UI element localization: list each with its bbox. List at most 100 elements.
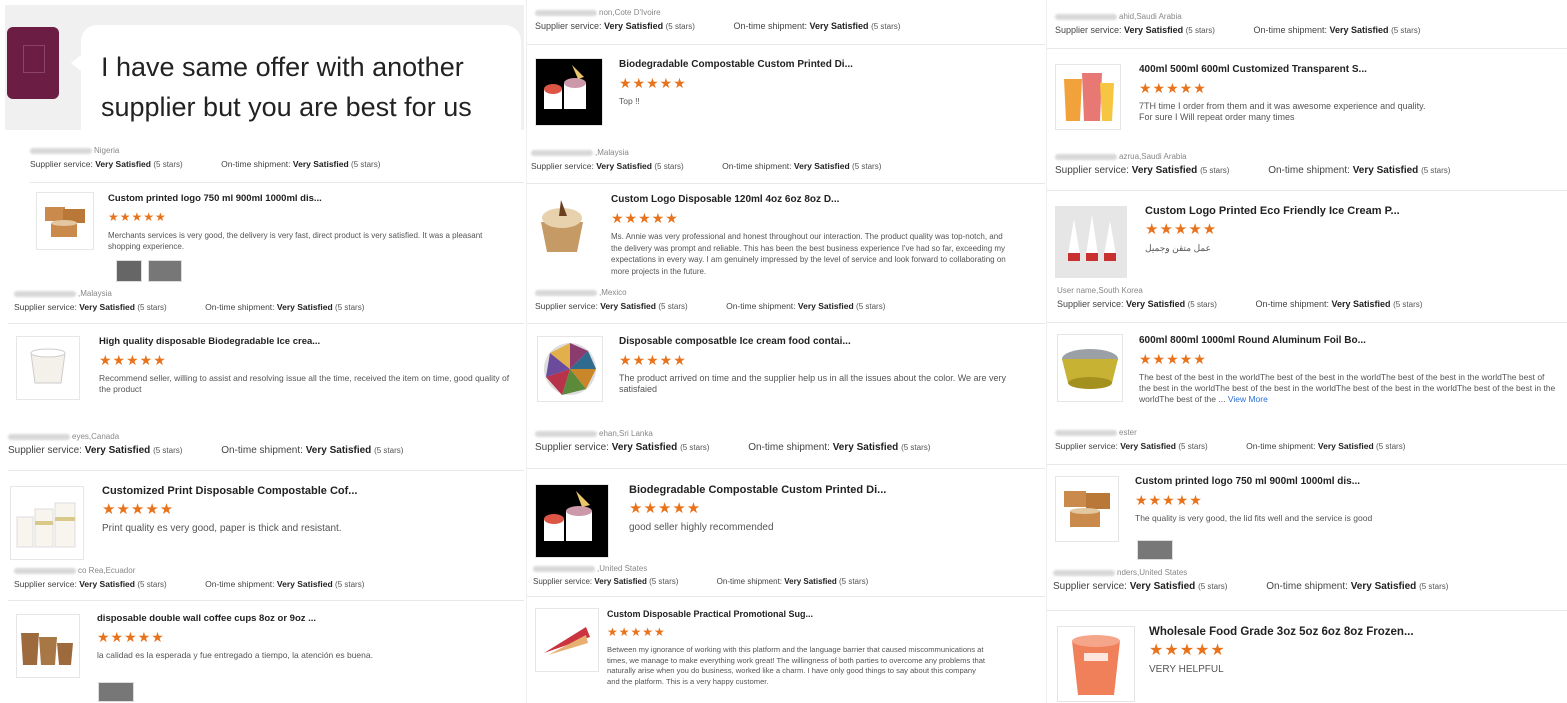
star-rating: ★★★★★ — [619, 352, 687, 368]
chat-line-2: supplier but you are best for us — [101, 92, 472, 122]
review-item: ester Supplier service: Very Satisfied (… — [1055, 428, 1567, 451]
ice-cream-bowl-icon[interactable] — [531, 192, 595, 258]
reviewer-name: ,Malaysia — [14, 289, 524, 298]
ice-cream-cones-icon[interactable] — [1055, 206, 1127, 278]
review-item: ahid,Saudi Arabia Supplier service: Very… — [1055, 12, 1567, 35]
review-column-2: non,Cote D'Ivoire Supplier service: Very… — [526, 0, 1045, 703]
review-item: User name,South Korea Supplier service: … — [1057, 286, 1567, 309]
review-comment: The product arrived on time and the supp… — [619, 373, 1007, 394]
star-rating: ★★★★★ — [1139, 80, 1207, 96]
rating-row: Supplier service: Very Satisfied (5 star… — [531, 161, 882, 171]
transparent-cups-icon[interactable] — [1055, 64, 1121, 130]
product-title[interactable]: Biodegradable Compostable Custom Printed… — [619, 59, 1029, 70]
review-item: ,United States Supplier service: Very Sa… — [533, 564, 1045, 586]
chat-bubble: I have same offer with another supplier b… — [71, 25, 521, 130]
product-title[interactable]: disposable double wall coffee cups 8oz o… — [97, 613, 517, 624]
rating-row: Supplier service: Very Satisfied (5 star… — [535, 301, 886, 311]
star-rating: ★★★★★ — [1145, 221, 1218, 238]
review-comment: 7TH time I order from them and it was aw… — [1139, 101, 1426, 122]
review-item: ehan,Sri Lanka Supplier service: Very Sa… — [535, 429, 1045, 453]
product-title[interactable]: High quality disposable Biodegradable Ic… — [99, 336, 519, 347]
product-title[interactable]: Wholesale Food Grade 3oz 5oz 6oz 8oz Fro… — [1149, 626, 1559, 638]
product-title[interactable]: 400ml 500ml 600ml Customized Transparent… — [1139, 64, 1549, 75]
product-title[interactable]: 600ml 800ml 1000ml Round Aluminum Foil B… — [1139, 335, 1559, 346]
chat-message: I have same offer with another supplier b… — [5, 5, 524, 130]
reviewer-name: nders,United States — [1053, 568, 1567, 577]
review-comment: Between my ignorance of working with thi… — [607, 645, 986, 686]
review-column-3: ahid,Saudi Arabia Supplier service: Very… — [1046, 0, 1567, 703]
rating-row: Supplier service: Very Satisfied (5 star… — [535, 442, 931, 453]
rating-row: Supplier service: Very Satisfied (5 star… — [30, 159, 381, 169]
coffee-cups-icon[interactable] — [10, 486, 84, 560]
star-rating: ★★★★★ — [102, 501, 175, 518]
reviewer-name: co Rea,Ecuador — [14, 566, 524, 575]
ice-cream-cups-icon[interactable] — [535, 58, 603, 126]
rating-row: Supplier service: Very Satisfied (5 star… — [14, 302, 365, 312]
review-comment: Recommend seller, willing to assist and … — [99, 373, 510, 394]
review-comment: Top !! — [619, 96, 640, 106]
review-comment: The quality is very good, the lid fits w… — [1135, 513, 1373, 523]
star-rating: ★★★★★ — [1135, 492, 1203, 508]
rating-row: Supplier service: Very Satisfied (5 star… — [1057, 299, 1423, 309]
review-photo[interactable] — [116, 260, 142, 282]
star-rating: ★★★★★ — [619, 75, 687, 91]
product-title[interactable]: Custom printed logo 750 ml 900ml 1000ml … — [1135, 476, 1555, 487]
view-more-link[interactable]: View More — [1228, 394, 1268, 404]
review-photo[interactable] — [98, 682, 134, 702]
reviewer-name: Nigeria — [30, 146, 524, 155]
rating-row: Supplier service: Very Satisfied (5 star… — [1055, 441, 1406, 451]
review-comment: Print quality es very good, paper is thi… — [102, 523, 342, 534]
reviewer-name: ,Mexico — [535, 288, 1045, 297]
white-cup-icon[interactable] — [16, 336, 80, 400]
double-wall-cups-icon[interactable] — [16, 614, 80, 678]
cone-sleeve-icon[interactable] — [535, 608, 599, 672]
review-comment: la calidad es la esperada y fue entregad… — [97, 650, 373, 660]
kraft-bowl-icon[interactable] — [36, 192, 94, 250]
chat-line-1: I have same offer with another — [101, 52, 464, 82]
product-title[interactable]: Disposable composatble Ice cream food co… — [619, 336, 1035, 347]
reviewer-name: ahid,Saudi Arabia — [1055, 12, 1567, 21]
star-rating: ★★★★★ — [97, 629, 165, 645]
product-title[interactable]: Custom Logo Printed Eco Friendly Ice Cre… — [1145, 205, 1545, 217]
reviewer-name: azrua,Saudi Arabia — [1055, 152, 1567, 161]
color-fan-icon[interactable] — [537, 336, 603, 402]
rating-row: Supplier service: Very Satisfied (5 star… — [1055, 165, 1451, 176]
review-column-1: I have same offer with another supplier b… — [0, 0, 524, 703]
reviewer-name: ester — [1055, 428, 1567, 437]
product-title[interactable]: Customized Print Disposable Compostable … — [102, 485, 522, 497]
product-title[interactable]: Biodegradable Compostable Custom Printed… — [629, 484, 1039, 496]
product-title[interactable]: Custom Logo Disposable 120ml 4oz 6oz 8oz… — [611, 194, 1031, 205]
star-rating: ★★★★★ — [607, 625, 666, 639]
star-rating: ★★★★★ — [99, 352, 167, 368]
review-photo[interactable] — [148, 260, 182, 282]
rating-row: Supplier service: Very Satisfied (5 star… — [533, 577, 869, 586]
frozen-cup-icon[interactable] — [1057, 626, 1135, 702]
kraft-bowl-icon[interactable] — [1055, 476, 1119, 542]
ice-cream-cups-icon[interactable] — [535, 484, 609, 558]
review-comment: The best of the best in the worldThe bes… — [1139, 372, 1556, 404]
review-comment: good seller highly recommended — [629, 522, 774, 533]
review-photo[interactable] — [1137, 540, 1173, 560]
review-item: ,Mexico Supplier service: Very Satisfied… — [535, 288, 1045, 311]
avatar — [7, 27, 59, 99]
review-item: co Rea,Ecuador Supplier service: Very Sa… — [14, 566, 524, 589]
reviewer-name: ,United States — [533, 564, 1045, 573]
review-item: azrua,Saudi Arabia Supplier service: Ver… — [1055, 152, 1567, 176]
reviewer-name: ,Malaysia — [531, 148, 1045, 157]
star-rating: ★★★★★ — [629, 500, 702, 517]
star-rating: ★★★★★ — [1139, 351, 1207, 367]
review-comment: VERY HELPFUL — [1149, 664, 1224, 675]
product-title[interactable]: Custom printed logo 750 ml 900ml 1000ml … — [108, 193, 488, 204]
rating-row: Supplier service: Very Satisfied (5 star… — [535, 21, 901, 31]
star-rating: ★★★★★ — [108, 210, 167, 224]
star-rating: ★★★★★ — [1149, 642, 1226, 659]
reviewer-name: User name,South Korea — [1057, 286, 1143, 295]
review-item: eyes,Canada Supplier service: Very Satis… — [8, 432, 524, 456]
foil-bowl-icon[interactable] — [1057, 334, 1123, 402]
review-item: nders,United States Supplier service: Ve… — [1053, 568, 1567, 592]
review-comment: Ms. Annie was very professional and hone… — [611, 232, 1006, 276]
review-comment: عمل متقن وجميل — [1145, 243, 1211, 253]
rating-row: Supplier service: Very Satisfied (5 star… — [1053, 581, 1449, 592]
rating-row: Supplier service: Very Satisfied (5 star… — [8, 445, 404, 456]
product-title[interactable]: Custom Disposable Practical Promotional … — [607, 609, 987, 619]
